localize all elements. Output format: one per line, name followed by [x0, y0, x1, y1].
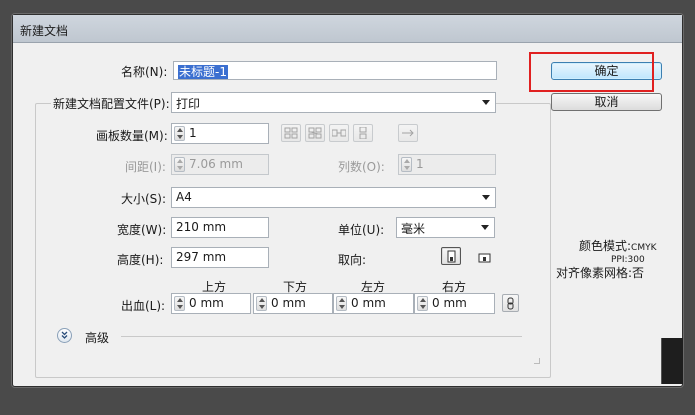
- stepper-icon: [174, 157, 185, 172]
- chevron-down-icon: [482, 100, 490, 105]
- bleed-left-input[interactable]: 0 mm: [333, 293, 414, 314]
- resize-grip-icon[interactable]: [534, 358, 540, 364]
- bleed-top-input[interactable]: 0 mm: [171, 293, 251, 314]
- orientation-label: 取向:: [338, 253, 367, 267]
- advanced-divider: [121, 336, 522, 337]
- name-label: 名称(N):: [121, 65, 168, 79]
- expand-advanced-icon[interactable]: [57, 328, 72, 343]
- right-to-left-icon[interactable]: [398, 124, 418, 142]
- profile-dropdown[interactable]: 打印: [171, 92, 496, 113]
- width-input[interactable]: 210 mm: [171, 217, 269, 238]
- link-icon[interactable]: [502, 294, 519, 312]
- size-value: A4: [176, 190, 192, 204]
- stepper-icon[interactable]: [417, 296, 428, 311]
- width-label: 宽度(W):: [117, 223, 167, 237]
- spacing-input: 7.06 mm: [171, 154, 269, 175]
- bleed-right-input[interactable]: 0 mm: [414, 293, 495, 314]
- bleed-label: 出血(L):: [121, 299, 166, 313]
- units-dropdown[interactable]: 毫米: [396, 217, 495, 238]
- chevron-down-icon: [481, 225, 489, 230]
- stepper-icon[interactable]: [174, 296, 185, 311]
- bleed-bottom-input[interactable]: 0 mm: [253, 293, 333, 314]
- width-value: 210 mm: [176, 220, 227, 234]
- size-dropdown[interactable]: A4: [171, 187, 496, 208]
- grid-by-row-icon[interactable]: [281, 124, 301, 142]
- arrange-by-column-icon[interactable]: [353, 124, 373, 142]
- stepper-icon: [401, 157, 412, 172]
- spacing-label: 间距(I):: [125, 160, 166, 174]
- height-input[interactable]: 297 mm: [171, 247, 269, 268]
- artboard-count-input[interactable]: 1: [171, 123, 269, 144]
- name-input[interactable]: 未标题-1: [173, 61, 497, 80]
- new-document-dialog: 新建文档 名称(N): 未标题-1 确定 取消 新建文档配置文件(P): 打印 …: [12, 14, 683, 387]
- size-label: 大小(S):: [121, 192, 167, 206]
- dialog-title: 新建文档: [20, 24, 69, 38]
- units-label: 单位(U):: [338, 223, 385, 237]
- height-value: 297 mm: [176, 250, 227, 264]
- scrollbar-fragment: [661, 338, 683, 384]
- units-value: 毫米: [401, 222, 426, 236]
- columns-value: 1: [416, 157, 424, 171]
- stepper-icon[interactable]: [336, 296, 347, 311]
- chevron-down-icon: [482, 195, 490, 200]
- stepper-icon[interactable]: [174, 126, 185, 141]
- columns-label: 列数(O):: [338, 160, 385, 174]
- align-pixel-grid-value: 否: [632, 266, 645, 280]
- profile-value: 打印: [176, 97, 201, 111]
- align-pixel-grid-label: 对齐像素网格:: [556, 266, 633, 280]
- bleed-bottom-value: 0 mm: [271, 296, 306, 310]
- stepper-icon[interactable]: [256, 296, 267, 311]
- align-pixel-grid-info: 对齐像素网格:否: [556, 264, 644, 281]
- bleed-top-value: 0 mm: [189, 296, 224, 310]
- ppi-info: PPI:300: [611, 251, 645, 265]
- bleed-right-value: 0 mm: [432, 296, 467, 310]
- ok-highlight-box: [529, 52, 654, 92]
- cancel-button[interactable]: 取消: [551, 93, 662, 111]
- height-label: 高度(H):: [117, 253, 164, 267]
- grid-by-column-icon[interactable]: [305, 124, 325, 142]
- landscape-icon[interactable]: [474, 247, 494, 265]
- artboard-count-value: 1: [189, 126, 197, 140]
- arrange-by-row-icon[interactable]: [329, 124, 349, 142]
- name-value: 未标题-1: [178, 65, 228, 79]
- columns-input: 1: [398, 154, 496, 175]
- bleed-left-value: 0 mm: [351, 296, 386, 310]
- profile-label: 新建文档配置文件(P):: [51, 95, 172, 112]
- advanced-label: 高级: [85, 331, 110, 345]
- portrait-icon[interactable]: [441, 247, 461, 265]
- artboard-count-label: 画板数量(M):: [96, 129, 168, 143]
- spacing-value: 7.06 mm: [189, 157, 243, 171]
- title-bar: 新建文档: [13, 15, 682, 43]
